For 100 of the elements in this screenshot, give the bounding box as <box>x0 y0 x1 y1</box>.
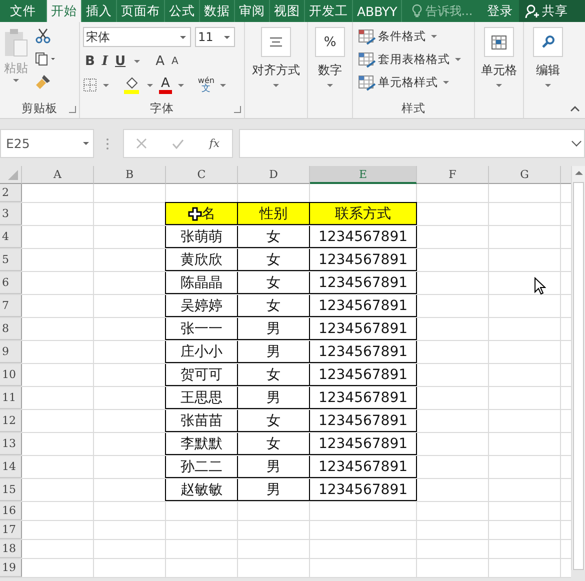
insert-function-button[interactable]: fx <box>209 137 220 150</box>
alignment-button[interactable]: 对齐方式 <box>248 26 304 118</box>
vertical-scrollbar[interactable] <box>571 166 585 570</box>
style-menu-button[interactable]: 套用表格格式 <box>358 49 471 70</box>
table-cell: 男 <box>238 456 310 478</box>
fill-color-icon[interactable] <box>123 76 141 94</box>
select-all-icon[interactable] <box>7 169 19 181</box>
caret-icon <box>13 79 19 82</box>
percent-symbol: % <box>315 27 345 57</box>
editing-button[interactable]: 编辑 <box>527 26 569 118</box>
row-header[interactable]: 2 <box>0 184 22 202</box>
caret-icon <box>134 60 140 62</box>
table-cell: 黄欣欣 <box>165 249 238 271</box>
copy-icon[interactable] <box>35 52 57 66</box>
caret-icon <box>327 84 333 87</box>
style-menu-button[interactable]: 单元格样式 <box>358 72 471 93</box>
caret-icon <box>496 84 502 87</box>
caret-icon <box>83 142 89 145</box>
table-cell: 庄小小 <box>165 341 238 363</box>
cross-cursor-icon <box>188 206 202 220</box>
cells-button[interactable]: 单元格 <box>478 26 520 118</box>
grow-font-button[interactable]: A <box>154 54 166 68</box>
caret-icon <box>103 84 109 86</box>
group-label: 样式 <box>402 100 426 116</box>
table-style-icon <box>358 28 376 44</box>
column-header[interactable]: E <box>310 166 417 184</box>
person-icon <box>524 4 539 18</box>
row-header[interactable]: 5 <box>0 249 22 271</box>
table-cell: 女 <box>238 364 310 386</box>
table-cell: 陈晶晶 <box>165 272 238 294</box>
drag-handle-icon[interactable] <box>106 138 109 150</box>
table-cell: 1234567891 <box>310 272 417 294</box>
lightbulb-icon <box>412 4 422 18</box>
table-cell: 男 <box>238 341 310 363</box>
table-cell: 女 <box>238 272 310 294</box>
row-header[interactable]: 10 <box>0 364 22 386</box>
table-style-icon <box>358 52 376 68</box>
row-header[interactable]: 18 <box>0 540 22 558</box>
table-cell: 女 <box>238 226 310 248</box>
style-menu-button[interactable]: 条件格式 <box>358 26 471 47</box>
scroll-up-icon[interactable] <box>574 170 584 176</box>
font-name-field[interactable]: 宋体 <box>83 27 191 47</box>
caret-icon <box>220 84 226 86</box>
formula-input[interactable] <box>239 129 585 158</box>
shrink-font-button[interactable]: A <box>169 56 180 66</box>
row-header[interactable]: 14 <box>0 456 22 478</box>
bold-button[interactable]: B <box>83 54 97 68</box>
row-header[interactable]: 3 <box>0 203 22 225</box>
row-header[interactable]: 19 <box>0 559 22 577</box>
table-style-icon <box>358 74 376 90</box>
row-header[interactable]: 15 <box>0 479 22 501</box>
table-cell: 1234567891 <box>310 295 417 317</box>
table-cell: 女 <box>238 249 310 271</box>
sign-in-link[interactable]: 登录 <box>480 0 519 22</box>
group-label: 剪贴板 <box>22 100 58 116</box>
row-header[interactable]: 7 <box>0 295 22 317</box>
dialog-launcher-icon[interactable] <box>234 106 241 113</box>
caret-icon <box>273 84 279 87</box>
row-header[interactable]: 6 <box>0 272 22 294</box>
row-header[interactable]: 4 <box>0 226 22 248</box>
row-header[interactable]: 9 <box>0 341 22 363</box>
table-cell: 李默默 <box>165 433 238 455</box>
caret-icon <box>147 84 153 86</box>
collapse-ribbon-icon[interactable] <box>570 106 580 112</box>
row-header[interactable]: 17 <box>0 521 22 539</box>
table-cell: 1234567891 <box>310 341 417 363</box>
name-box[interactable]: E25 <box>0 129 94 158</box>
header-cell: 性别 <box>238 202 310 225</box>
checkmark-icon[interactable] <box>172 138 184 148</box>
row-header[interactable]: 12 <box>0 410 22 432</box>
border-icon[interactable] <box>83 78 97 92</box>
grid-icon <box>491 34 507 50</box>
font-size-field[interactable]: 11 <box>195 27 235 47</box>
caret-icon <box>180 36 186 38</box>
underline-button[interactable]: U <box>113 54 128 68</box>
table-cell: 女 <box>238 433 310 455</box>
caret-icon <box>443 81 449 84</box>
table-cell: 1234567891 <box>310 456 417 478</box>
row-header[interactable]: 11 <box>0 387 22 409</box>
table-cell: 1234567891 <box>310 364 417 386</box>
number-button[interactable]: % 数字 <box>311 26 349 118</box>
dialog-launcher-icon[interactable] <box>69 106 76 113</box>
table-cell: 贺可可 <box>165 364 238 386</box>
cancel-icon[interactable] <box>136 138 148 149</box>
phonetic-button[interactable]: wén 文 <box>198 77 214 93</box>
table-cell: 1234567891 <box>310 226 417 248</box>
table-cell: 赵敏敏 <box>165 479 238 501</box>
caret-icon <box>455 58 461 61</box>
format-painter-icon[interactable] <box>35 74 51 90</box>
table-cell: 男 <box>238 318 310 340</box>
ribbon-tab[interactable]: 开始 <box>47 0 82 22</box>
group-label: 字体 <box>150 100 174 116</box>
row-header[interactable]: 8 <box>0 318 22 340</box>
row-header[interactable]: 13 <box>0 433 22 455</box>
share-button[interactable]: 共享 <box>518 0 585 22</box>
table-cell: 1234567891 <box>310 433 417 455</box>
scissors-icon[interactable] <box>35 28 51 44</box>
font-color-button[interactable]: A <box>159 76 172 94</box>
row-header[interactable]: 16 <box>0 502 22 520</box>
italic-button[interactable]: I <box>100 54 110 68</box>
